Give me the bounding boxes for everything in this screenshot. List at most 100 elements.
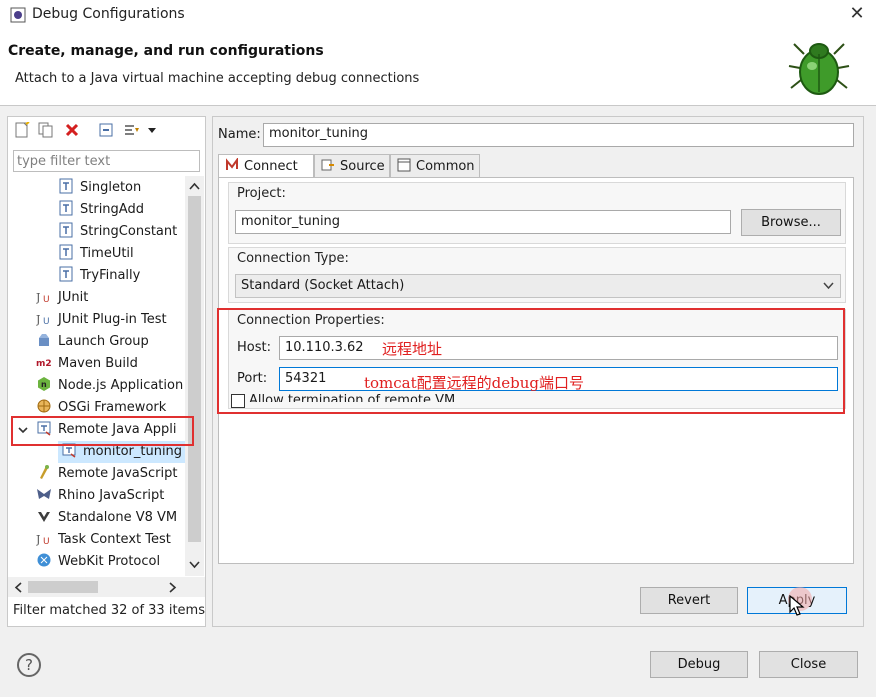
tree-item-label: Singleton (80, 180, 142, 195)
tree-item[interactable]: Remote JavaScript (36, 463, 177, 485)
webkit-icon (37, 553, 51, 567)
tab-common[interactable]: Common (390, 154, 480, 178)
connection-type-value: Standard (Socket Attach) (241, 278, 405, 293)
tree-item-label: TimeUtil (80, 246, 134, 261)
tree-item-label: Rhino JavaScript (58, 488, 165, 503)
connect-icon (226, 158, 238, 170)
name-label: Name: (218, 127, 261, 142)
project-group: Project: monitor_tuning Browse... (228, 182, 846, 244)
svg-text:J: J (36, 313, 40, 326)
host-annotation-text: 远程地址 (382, 340, 443, 358)
java-class-icon (59, 244, 73, 260)
chevron-down-icon (823, 282, 834, 290)
close-button[interactable]: Close (759, 651, 858, 678)
help-icon[interactable]: ? (17, 653, 41, 677)
dropdown-arrow-icon[interactable] (147, 122, 157, 138)
duplicate-icon[interactable] (38, 122, 54, 138)
tree-vertical-scrollbar[interactable] (185, 176, 204, 576)
source-icon (321, 159, 334, 171)
svg-text:m2: m2 (36, 359, 52, 369)
tree-item-label: Standalone V8 VM (58, 510, 178, 525)
scroll-left-icon[interactable] (14, 582, 22, 593)
close-window-button[interactable]: ✕ (846, 3, 868, 25)
launch-config-tree: Singleton StringAdd StringConstant TimeUtil… (8, 176, 186, 576)
tab-source[interactable]: Source (314, 154, 390, 178)
connection-type-label: Connection Type: (237, 251, 349, 266)
tree-item[interactable]: n Node.js Application (36, 375, 183, 397)
remote-js-icon (40, 465, 49, 479)
launch-group-icon (39, 334, 49, 346)
delete-icon[interactable] (64, 122, 80, 138)
tree-item[interactable]: WebKit Protocol (36, 551, 160, 573)
tree-item[interactable]: Standalone V8 VM (36, 507, 177, 529)
tree-item-label: TryFinally (80, 268, 141, 283)
tree-item-label: WebKit Protocol (58, 554, 161, 569)
collapse-all-icon[interactable] (98, 122, 114, 138)
tree-item[interactable]: TimeUtil (58, 243, 134, 265)
svg-text:J: J (36, 533, 40, 546)
dialog-header: Create, manage, and run configurations A… (0, 30, 876, 106)
tree-horizontal-scrollbar[interactable] (8, 577, 205, 597)
header-subtitle: Attach to a Java virtual machine accepti… (15, 71, 420, 86)
filter-status: Filter matched 32 of 33 items (13, 603, 205, 618)
config-name-field[interactable]: monitor_tuning (263, 123, 854, 147)
scroll-up-icon[interactable] (189, 182, 200, 190)
tree-item[interactable]: Rhino JavaScript (36, 485, 164, 507)
tree-item[interactable]: J U Task Context Test (36, 529, 171, 551)
tree-item-label: Node.js Application (58, 378, 184, 393)
tree-item-label: Task Context Test (58, 532, 171, 547)
tree-vertical-scroll-thumb[interactable] (188, 196, 201, 542)
tab-label: Connect (244, 159, 298, 174)
junit-plugin-icon: JU (36, 313, 50, 326)
tree-item-label: Launch Group (58, 334, 149, 349)
tree-item-label: JUnit Plug-in Test (58, 312, 167, 327)
svg-text:n: n (41, 380, 47, 389)
annotation-box-remote-java (11, 416, 194, 446)
java-class-icon (59, 266, 73, 282)
revert-button[interactable]: Revert (640, 587, 738, 614)
tree-item[interactable]: Singleton (58, 177, 141, 199)
common-icon (397, 158, 411, 172)
tab-label: Source (340, 159, 385, 174)
mouse-cursor-icon (789, 595, 805, 616)
debug-button[interactable]: Debug (650, 651, 748, 678)
tree-horizontal-scroll-thumb[interactable] (28, 581, 98, 593)
osgi-icon (37, 399, 51, 413)
tree-item[interactable]: m2 Maven Build (36, 353, 138, 375)
new-config-icon[interactable] (14, 122, 30, 138)
connection-type-select[interactable]: Standard (Socket Attach) (235, 274, 841, 298)
connection-type-group: Connection Type: Standard (Socket Attach… (228, 247, 846, 303)
java-class-icon (59, 200, 73, 216)
rhino-icon (37, 489, 51, 499)
tree-toolbar (8, 117, 205, 145)
tree-item[interactable]: TryFinally (58, 265, 140, 287)
tree-item-label: OSGi Framework (58, 400, 167, 415)
tab-label: Common (416, 159, 475, 174)
scroll-down-icon[interactable] (189, 561, 200, 569)
browse-button[interactable]: Browse... (741, 209, 841, 236)
filter-icon[interactable] (124, 122, 140, 138)
config-tabs: Connect Source Common (218, 154, 858, 179)
tab-connect[interactable]: Connect (218, 154, 314, 179)
window-title: Debug Configurations (32, 6, 185, 22)
project-field[interactable]: monitor_tuning (235, 210, 731, 234)
tree-item-label: Maven Build (58, 356, 138, 371)
filter-input[interactable] (13, 150, 200, 172)
tree-item[interactable]: StringAdd (58, 199, 144, 221)
svg-text:U: U (43, 295, 50, 304)
tree-item-label: monitor_tuning (83, 444, 183, 459)
tree-item[interactable]: J U JUnit Plug-in Test (36, 309, 167, 331)
tree-item[interactable]: StringConstant (58, 221, 177, 243)
tree-item-label: Remote JavaScript (58, 466, 178, 481)
launch-config-tree-panel: Singleton StringAdd StringConstant TimeUtil… (7, 116, 206, 627)
tree-item-label: StringConstant (80, 224, 178, 239)
svg-text:U: U (43, 317, 50, 326)
junit-icon: JU (36, 533, 50, 546)
tree-item[interactable]: Launch Group (36, 331, 149, 353)
annotation-box-connection (217, 308, 845, 414)
scroll-right-icon[interactable] (169, 582, 177, 593)
svg-text:J: J (36, 291, 40, 304)
v8-icon (38, 512, 50, 522)
java-class-icon (59, 222, 73, 238)
tree-item[interactable]: J U JUnit (36, 287, 88, 309)
